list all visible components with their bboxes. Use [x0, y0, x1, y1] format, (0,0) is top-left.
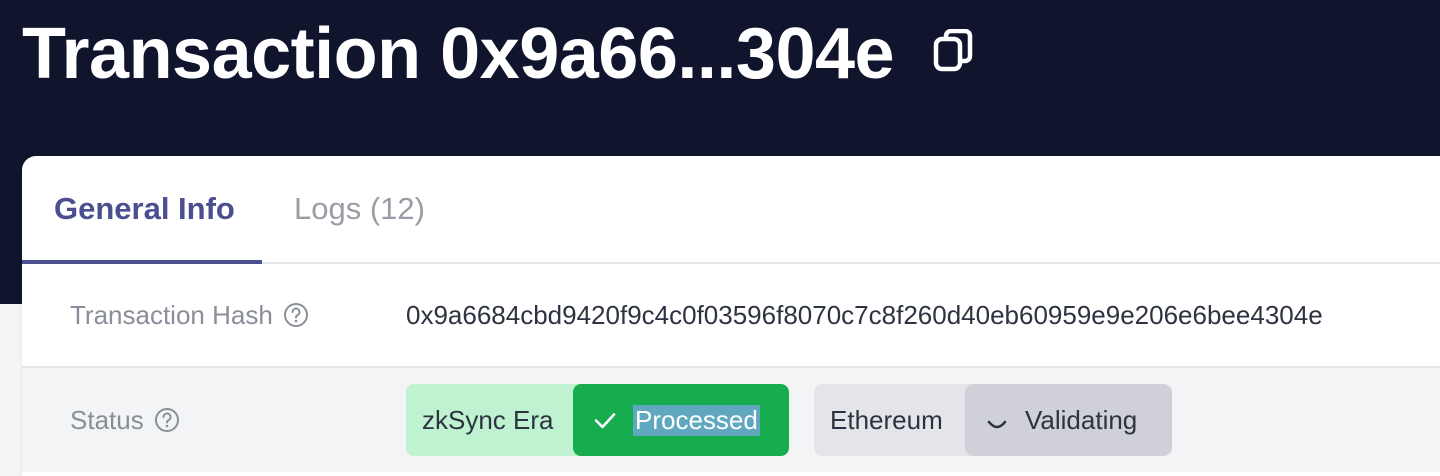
- tab-label: General Info: [54, 191, 235, 226]
- tab-label: Logs (12): [294, 191, 425, 226]
- page-title: Transaction 0x9a66...304e: [22, 14, 895, 94]
- status-label: Status: [70, 405, 180, 436]
- transaction-page: Transaction 0x9a66...304e General Info L…: [0, 0, 1440, 476]
- tab-bar: General Info Logs (12): [22, 156, 1440, 264]
- zksync-status-badge: zkSync Era Processed: [406, 384, 789, 456]
- network-name: Ethereum: [830, 404, 943, 435]
- transaction-hash-label: Transaction Hash: [70, 300, 309, 331]
- processed-status: Processed: [573, 384, 789, 456]
- label-text: Transaction Hash: [70, 299, 273, 330]
- label-text: Status: [70, 404, 144, 435]
- check-icon: [593, 408, 617, 432]
- copy-hash-button[interactable]: [930, 28, 978, 80]
- copy-icon: [932, 28, 976, 80]
- status-text: Processed: [633, 404, 760, 436]
- status-row: Status zkSync Era Processed Ethereum Val…: [22, 368, 1440, 472]
- spinner-icon: [985, 408, 1009, 432]
- network-name: zkSync Era: [422, 404, 554, 435]
- transaction-hash-row: Transaction Hash 0x9a6684cbd9420f9c4c0f0…: [22, 264, 1440, 368]
- tab-logs[interactable]: Logs (12): [262, 156, 425, 262]
- help-icon[interactable]: [283, 302, 309, 328]
- title-row: Transaction 0x9a66...304e: [22, 12, 978, 96]
- status-badges: zkSync Era Processed Ethereum Validating: [406, 384, 1172, 456]
- ethereum-status-badge: Ethereum Validating: [814, 384, 1172, 456]
- transaction-card: General Info Logs (12) Transaction Hash …: [22, 156, 1440, 476]
- transaction-hash-value[interactable]: 0x9a6684cbd9420f9c4c0f03596f8070c7c8f260…: [406, 300, 1323, 331]
- status-text: Validating: [1025, 404, 1138, 435]
- help-icon[interactable]: [154, 407, 180, 433]
- validating-status: Validating: [965, 384, 1172, 456]
- tab-general-info[interactable]: General Info: [22, 156, 262, 264]
